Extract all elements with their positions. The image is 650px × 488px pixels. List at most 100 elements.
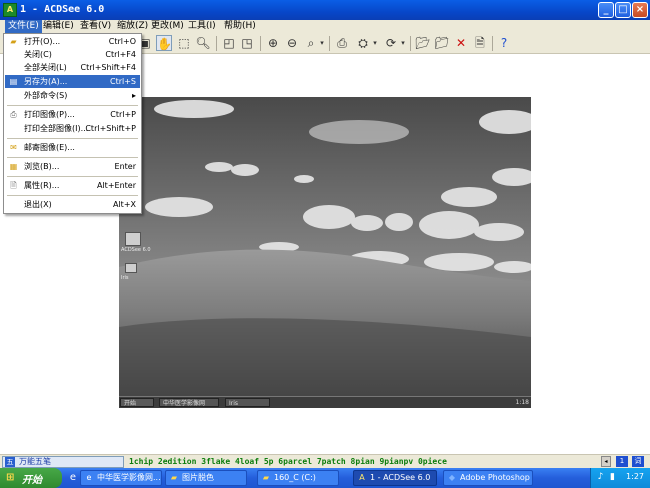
- bliss-wallpaper-grayscale: [119, 97, 531, 408]
- inner-task: 中华医学影像网: [159, 398, 219, 407]
- inner-taskbar: 开始 中华医学影像网 Iris 1:18: [119, 396, 531, 408]
- start-button[interactable]: ⊞ 开始: [0, 468, 62, 488]
- task-label: 160_C (C:): [274, 473, 316, 482]
- minimize-button[interactable]: _: [598, 2, 614, 18]
- save-icon: ▤: [9, 77, 18, 86]
- menu-item-close-all[interactable]: 全部关闭(L) Ctrl+Shift+F4: [5, 61, 140, 74]
- title-bar: A 1 - ACDSee 6.0 _ □ ×: [0, 0, 650, 20]
- menu-item-print-all[interactable]: 打印全部图像(I)... Ctrl+Shift+P: [5, 122, 140, 135]
- menu-separator: [7, 176, 138, 177]
- ime-candidates[interactable]: 1chip 2edition 3flake 4loaf 5p 6parcel 7…: [129, 456, 447, 468]
- menu-item-label: 关闭(C): [24, 50, 52, 59]
- menu-item-label: 另存为(A)...: [24, 77, 68, 86]
- displayed-image: ACDSee 6.0 Iris 开始 中华医学影像网 Iris 1:18: [119, 97, 531, 408]
- menu-item-mail[interactable]: ✉ 邮寄图像(E)...: [5, 141, 140, 154]
- inner-task: Iris: [225, 398, 270, 407]
- folder-icon: ▰: [262, 473, 270, 482]
- menu-item-browse[interactable]: ▦ 浏览(B)... Enter: [5, 160, 140, 173]
- start-label: 开始: [22, 475, 42, 486]
- menu-item-close[interactable]: 关闭(C) Ctrl+F4: [5, 48, 140, 61]
- rotate-dropdown-arrow-icon[interactable]: ▾: [399, 35, 407, 51]
- acdsee-icon: A: [359, 473, 365, 482]
- system-tray: ♪ ▮ 1:27: [590, 468, 650, 488]
- zoom-dropdown-arrow-icon[interactable]: ▾: [318, 35, 326, 51]
- ime-button-1[interactable]: 1: [616, 456, 628, 467]
- ie-quicklaunch-icon[interactable]: e: [66, 471, 80, 485]
- menu-help[interactable]: 帮助(H): [221, 20, 259, 33]
- menu-item-shortcut: Enter: [114, 162, 136, 171]
- select-tool-icon[interactable]: ⬚: [176, 35, 192, 51]
- menu-separator: [7, 138, 138, 139]
- ime-indicator[interactable]: 五 万能五笔: [2, 456, 124, 468]
- menu-item-save-as[interactable]: ▤ 另存为(A)... Ctrl+S: [5, 75, 140, 88]
- hand-tool-icon[interactable]: ✋: [156, 35, 172, 51]
- fit-image-icon[interactable]: ◰: [221, 35, 237, 51]
- task-label: Adobe Photoshop: [460, 473, 530, 482]
- volume-icon[interactable]: ♪: [595, 472, 606, 483]
- menu-file[interactable]: 文件(E): [5, 20, 42, 33]
- desktop-icon-iris: [125, 263, 137, 273]
- mail-icon: ✉: [10, 143, 17, 152]
- open-folder-icon: ▰: [10, 37, 17, 46]
- toolbar-separator: [410, 36, 411, 51]
- menu-item-external-commands[interactable]: 外部命令(S) ▸: [5, 89, 140, 102]
- move-to-icon[interactable]: 📂︎: [415, 35, 431, 51]
- folder-icon: ▰: [170, 473, 178, 482]
- menu-item-label: 外部命令(S): [24, 91, 68, 100]
- maximize-button[interactable]: □: [615, 2, 631, 18]
- task-label: 中华医学影像网...: [97, 473, 161, 482]
- zoom-menu-icon[interactable]: ⌕: [303, 35, 319, 51]
- menu-item-shortcut: Ctrl+S: [109, 77, 136, 86]
- windows-logo-icon: ⊞: [6, 472, 15, 483]
- close-button[interactable]: ×: [632, 2, 648, 18]
- menu-item-print[interactable]: ⎙ 打印图像(P)... Ctrl+P: [5, 108, 140, 121]
- ime-name: 万能五笔: [19, 457, 51, 466]
- menu-item-shortcut: Alt+X: [112, 200, 136, 209]
- menu-item-label: 打印图像(P)...: [24, 110, 75, 119]
- menu-item-shortcut: Ctrl+Shift+F4: [80, 63, 136, 72]
- clock[interactable]: 1:27: [626, 472, 644, 481]
- task-photoshop[interactable]: ◆ Adobe Photoshop: [443, 470, 533, 486]
- acquire-icon[interactable]: ⛭: [355, 35, 371, 51]
- inner-clock: 1:18: [515, 399, 529, 406]
- file-menu-dropdown: ▰ 打开(O)... Ctrl+O 关闭(C) Ctrl+F4 全部关闭(L) …: [3, 33, 142, 214]
- acdsee-app-icon[interactable]: A: [3, 3, 17, 17]
- zoom-out-icon[interactable]: ⊖: [284, 35, 300, 51]
- zoom-tool-icon[interactable]: 🔍︎: [195, 35, 211, 51]
- task-acdsee[interactable]: A 1 - ACDSee 6.0: [353, 470, 437, 486]
- task-folder-1[interactable]: ▰ 图片脱色: [165, 470, 247, 486]
- candidate-prev-icon[interactable]: ◂: [601, 456, 611, 467]
- menu-tools[interactable]: 工具(I): [185, 20, 219, 33]
- ie-icon: e: [86, 473, 92, 482]
- menu-view[interactable]: 查看(V): [77, 20, 114, 33]
- zoom-in-icon[interactable]: ⊕: [265, 35, 281, 51]
- menu-item-exit[interactable]: 退出(X) Alt+X: [5, 198, 140, 211]
- ime-logo-icon: 五: [5, 457, 15, 467]
- menu-item-open[interactable]: ▰ 打开(O)... Ctrl+O: [5, 35, 140, 48]
- inner-start-button: 开始: [120, 398, 154, 407]
- menu-modify[interactable]: 更改(M): [148, 20, 187, 33]
- copy-to-icon[interactable]: 📁︎: [434, 35, 450, 51]
- menu-bar: 文件(E) 编辑(E) 查看(V) 缩放(Z) 更改(M) 工具(I) 帮助(H…: [0, 20, 650, 33]
- print-icon[interactable]: ⎙: [334, 35, 350, 51]
- rotate-icon[interactable]: ⟳: [383, 35, 399, 51]
- menu-item-shortcut: Ctrl+O: [108, 37, 136, 46]
- acquire-dropdown-arrow-icon[interactable]: ▾: [371, 35, 379, 51]
- task-ie[interactable]: e 中华医学影像网...: [80, 470, 162, 486]
- network-icon[interactable]: ▮: [607, 472, 618, 483]
- menu-zoom[interactable]: 缩放(Z): [114, 20, 151, 33]
- properties-icon[interactable]: 🗎︎: [472, 35, 488, 51]
- toolbar-separator: [329, 36, 330, 51]
- menu-item-shortcut: Ctrl+P: [110, 110, 136, 119]
- delete-icon[interactable]: ✕: [453, 35, 469, 51]
- menu-item-label: 打开(O)...: [24, 37, 61, 46]
- toolbar-separator: [260, 36, 261, 51]
- task-folder-2[interactable]: ▰ 160_C (C:): [257, 470, 339, 486]
- menu-item-properties[interactable]: 🗎︎ 属性(R)... Alt+Enter: [5, 179, 140, 192]
- full-screen-icon[interactable]: ◳: [239, 35, 255, 51]
- menu-edit[interactable]: 编辑(E): [40, 20, 77, 33]
- ime-button-word[interactable]: 词: [632, 456, 644, 467]
- menu-item-shortcut: Ctrl+Shift+P: [85, 124, 136, 133]
- help-icon[interactable]: ?: [496, 35, 512, 51]
- menu-item-shortcut: Alt+Enter: [96, 181, 136, 190]
